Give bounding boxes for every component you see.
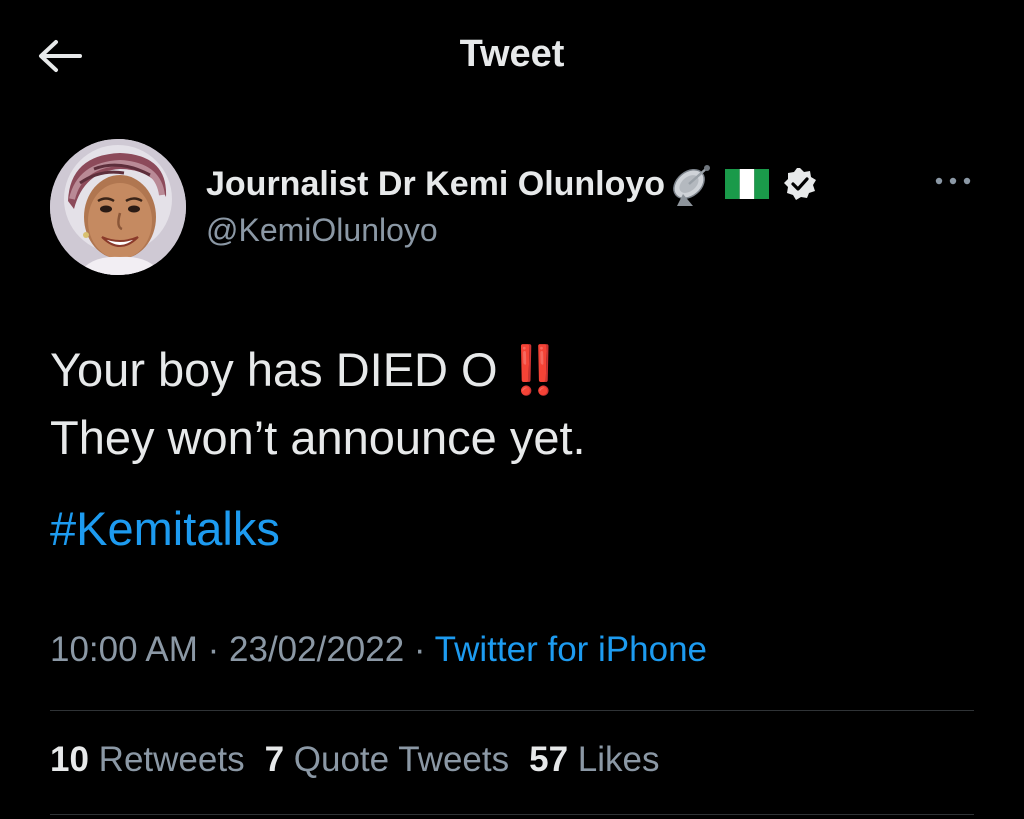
page-title: Tweet [459, 33, 565, 75]
more-options-button[interactable] [930, 166, 976, 196]
tweet-source-link[interactable]: Twitter for iPhone [435, 630, 707, 669]
top-bar: Tweet [0, 0, 1024, 110]
divider [50, 710, 974, 711]
tweet-line-2: They won’t announce yet. [50, 411, 586, 464]
tweet-date[interactable]: 23/02/2022 [229, 630, 404, 669]
likes-count: 57 [529, 740, 569, 779]
tweet-time[interactable]: 10:00 AM [50, 630, 198, 669]
quote-tweets-stat[interactable]: 7 Quote Tweets [265, 740, 510, 780]
tweet-meta: 10:00 AM · 23/02/2022 · Twitter for iPho… [50, 630, 707, 670]
meta-separator: · [413, 630, 426, 669]
avatar-image [50, 139, 186, 275]
meta-separator: · [207, 630, 220, 669]
satellite-antenna-icon [673, 165, 711, 206]
double-exclamation-emoji: ‼️ [505, 343, 565, 396]
tweet-text: Your boy has DIED O ‼️ They won’t announc… [50, 336, 970, 472]
retweets-count: 10 [50, 740, 89, 779]
retweets-label: Retweets [98, 740, 245, 779]
divider [50, 814, 974, 815]
hashtag-link[interactable]: #Kemitalks [50, 501, 280, 556]
avatar[interactable] [50, 139, 186, 275]
likes-label: Likes [577, 740, 660, 779]
tweet-stats: 10 Retweets 7 Quote Tweets 57 Likes [50, 740, 660, 780]
more-horizontal-icon [935, 177, 971, 185]
retweets-stat[interactable]: 10 Retweets [50, 740, 245, 780]
display-name-row: Journalist Dr Kemi Olunloyo [206, 158, 817, 210]
author-info: Journalist Dr Kemi Olunloyo @KemiOlunloy… [206, 158, 817, 258]
nigeria-flag-icon [725, 169, 770, 199]
tweet-text-line-1: Your boy has DIED O [50, 343, 498, 396]
tweet-line-1: Your boy has DIED O ‼️ [50, 336, 970, 404]
quote-tweets-label: Quote Tweets [293, 740, 510, 779]
verified-badge-icon [784, 168, 817, 200]
author-handle[interactable]: @KemiOlunloyo [206, 212, 817, 249]
quote-tweets-count: 7 [264, 740, 285, 779]
likes-stat[interactable]: 57 Likes [529, 740, 659, 780]
display-name[interactable]: Journalist Dr Kemi Olunloyo [206, 165, 665, 204]
